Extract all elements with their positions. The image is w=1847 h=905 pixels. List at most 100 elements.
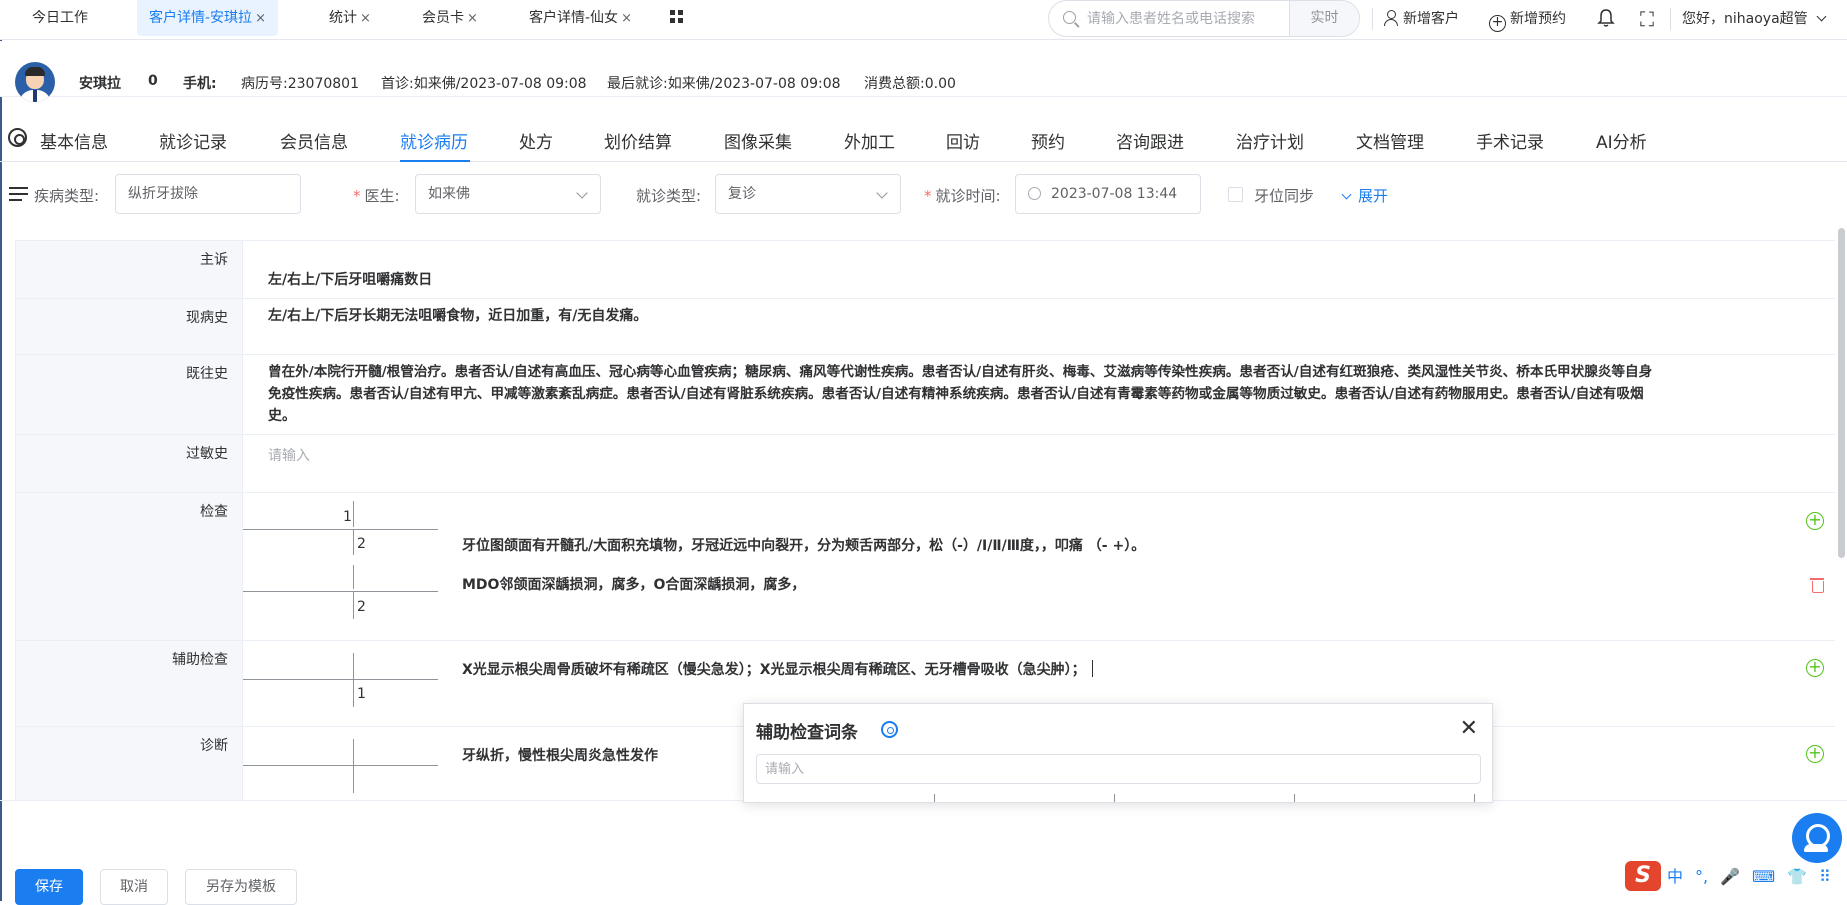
close-icon[interactable]: ×: [467, 11, 478, 26]
tab-followup[interactable]: 回访: [946, 128, 980, 153]
tooth-chart[interactable]: 1: [243, 641, 438, 727]
exam-finding-1[interactable]: 牙位图颌面有开髓孔/大面积充填物，牙冠近远中向裂开，分为颊舌两部分，松（-）/Ⅰ…: [462, 535, 1145, 557]
tab-medical-record[interactable]: 就诊病历: [400, 128, 468, 153]
greeting-label: 您好，nihaoya超管: [1682, 11, 1808, 27]
tab-prescription[interactable]: 处方: [519, 128, 553, 153]
patient-phone-label: 手机:: [183, 76, 217, 92]
close-icon[interactable]: ✕: [1460, 716, 1478, 741]
tab-surgery-records[interactable]: 手术记录: [1476, 128, 1544, 153]
cancel-button[interactable]: 取消: [100, 869, 168, 905]
past-history-line: 史。: [268, 408, 296, 424]
new-appointment-label: 新增预约: [1510, 11, 1566, 27]
patient-search: 实时: [1048, 0, 1360, 37]
present-illness-row: 现病史 左/右上/下后牙长期无法咀嚼食物，近日加重，有/无自发痛。: [15, 299, 1835, 355]
bell-icon[interactable]: [1597, 8, 1615, 28]
visit-type-label: 就诊类型:: [636, 187, 702, 205]
apps-grid-icon[interactable]: [670, 10, 683, 23]
keyboard-icon[interactable]: ⌨: [1752, 867, 1775, 886]
tab-visit-records[interactable]: 就诊记录: [159, 128, 227, 153]
tab-customer-xiannv[interactable]: 客户详情-仙女 ×: [517, 0, 644, 36]
ime-item[interactable]: 中: [1667, 867, 1683, 886]
toolbox-icon[interactable]: ⠿: [1819, 867, 1831, 886]
visit-type-select[interactable]: 复诊: [715, 174, 901, 214]
user-add-icon: [1383, 10, 1399, 26]
fullscreen-icon[interactable]: ⛶: [1640, 7, 1654, 31]
chevron-down-icon: [876, 187, 888, 199]
avatar: [15, 62, 55, 102]
aux-exam-text[interactable]: X光显示根尖周骨质破坏有稀疏区（慢尖急发）；X光显示根尖周有稀疏区、无牙槽骨吸收…: [462, 659, 1093, 681]
gear-icon[interactable]: [8, 128, 27, 147]
popup-search-input[interactable]: [756, 754, 1481, 784]
add-circle-icon[interactable]: +: [1806, 745, 1824, 763]
tab-ai-analysis[interactable]: AI分析: [1596, 128, 1647, 153]
doctor-select[interactable]: 如来佛: [415, 174, 601, 214]
past-history-text[interactable]: 曾在外/本院行开髓/根管治疗。患者否认/自述有高血压、冠心病等心血管疾病；糖尿病…: [268, 361, 1828, 427]
tooth-chart[interactable]: 1 2 2: [243, 493, 438, 641]
new-customer-button[interactable]: 新增客户: [1383, 9, 1459, 29]
disease-type-input[interactable]: 纵折牙拔除: [115, 174, 301, 214]
microphone-icon[interactable]: 🎤: [1720, 867, 1740, 886]
present-illness-text[interactable]: 左/右上/下后牙长期无法咀嚼食物，近日加重，有/无自发痛。: [268, 305, 647, 327]
past-history-line: 免疫性疾病。患者否认/自述有甲亢、甲减等激素紊乱病症。患者否认/自述有肾脏系统疾…: [268, 386, 1644, 402]
present-illness-label: 现病史: [186, 310, 228, 326]
active-tab-indicator: [400, 160, 470, 162]
tab-treatment-plan[interactable]: 治疗计划: [1236, 128, 1304, 153]
ime-item[interactable]: °,: [1695, 867, 1708, 886]
plus-circle-icon: +: [1489, 15, 1506, 32]
tab-label: 客户详情-仙女: [529, 10, 619, 26]
expand-toggle[interactable]: 展开: [1341, 185, 1388, 206]
sogou-logo-icon[interactable]: S: [1625, 861, 1661, 891]
new-appointment-button[interactable]: + 新增预约: [1489, 9, 1566, 32]
chevron-down-icon: [1341, 189, 1352, 200]
tooth-chart[interactable]: [243, 727, 438, 800]
tab-basic-info[interactable]: 基本信息: [40, 128, 108, 153]
patient-record-no: 病历号:23070801: [241, 76, 359, 92]
tab-customer-anqila[interactable]: 客户详情-安琪拉 ×: [137, 0, 278, 36]
clock-icon: [1028, 187, 1041, 200]
tab-consultation[interactable]: 咨询跟进: [1116, 128, 1184, 153]
chevron-down-icon: [576, 187, 588, 199]
add-circle-icon[interactable]: +: [1806, 512, 1824, 530]
tab-member-info[interactable]: 会员信息: [280, 128, 348, 153]
tab-billing[interactable]: 划价结算: [604, 128, 672, 153]
past-history-row: 既往史 曾在外/本院行开髓/根管治疗。患者否认/自述有高血压、冠心病等心血管疾病…: [15, 355, 1835, 435]
chief-complaint-text[interactable]: 左/右上/下后牙咀嚼痛数日: [268, 269, 432, 291]
disease-type-label: 疾病类型:: [34, 187, 100, 205]
tab-outsourcing[interactable]: 外加工: [844, 128, 895, 153]
add-circle-icon[interactable]: +: [1806, 659, 1824, 677]
search-mode-button[interactable]: 实时: [1289, 1, 1359, 36]
diagnosis-text[interactable]: 牙纵折，慢性根尖周炎急性发作: [462, 745, 658, 767]
skin-icon[interactable]: 👕: [1787, 867, 1807, 886]
tab-today-work[interactable]: 今日工作: [20, 0, 100, 36]
close-icon[interactable]: ×: [621, 11, 632, 26]
ime-toolbar: S 中 °, 🎤 ⌨ 👕 ⠿: [1625, 861, 1843, 893]
save-as-template-button[interactable]: 另存为模板: [185, 869, 297, 905]
aux-exam-terms-popup: 辅助检查词条 ✕: [743, 703, 1493, 803]
visit-type-value: 复诊: [728, 186, 756, 202]
user-menu[interactable]: 您好，nihaoya超管: [1682, 9, 1827, 29]
trash-icon[interactable]: [1810, 576, 1824, 593]
exam-finding-2[interactable]: MDO邻颌面深龋损洞，腐多，O合面深龋损洞，腐多，: [462, 574, 805, 596]
allergy-input[interactable]: 请输入: [268, 445, 310, 465]
tab-documents[interactable]: 文档管理: [1356, 128, 1424, 153]
exam-row: 检查 1 2 2 牙位图颌面有开髓孔/大面积充填物，牙冠近远中向裂开，分为颊舌两…: [15, 493, 1835, 641]
popup-title: 辅助检查词条: [756, 723, 858, 743]
tab-appointment[interactable]: 预约: [1031, 128, 1065, 153]
menu-icon[interactable]: [9, 187, 28, 203]
aux-exam-label: 辅助检查: [172, 652, 228, 668]
visit-time-value: 2023-07-08 13:44: [1051, 186, 1178, 202]
close-icon[interactable]: ×: [255, 11, 266, 26]
save-button[interactable]: 保存: [15, 869, 83, 905]
search-icon: [1063, 11, 1076, 24]
tooth-number: 2: [357, 599, 366, 615]
settings-icon[interactable]: [881, 721, 898, 738]
tab-statistics[interactable]: 统计 ×: [317, 0, 383, 36]
close-icon[interactable]: ×: [360, 11, 371, 26]
customer-service-icon[interactable]: [1792, 813, 1842, 863]
tab-image-capture[interactable]: 图像采集: [724, 128, 792, 153]
tooth-sync-checkbox[interactable]: [1228, 187, 1243, 202]
scrollbar[interactable]: [1838, 228, 1845, 558]
tooth-number: 2: [357, 536, 366, 552]
tab-member-card[interactable]: 会员卡 ×: [410, 0, 490, 36]
visit-time-picker[interactable]: 2023-07-08 13:44: [1015, 174, 1201, 214]
